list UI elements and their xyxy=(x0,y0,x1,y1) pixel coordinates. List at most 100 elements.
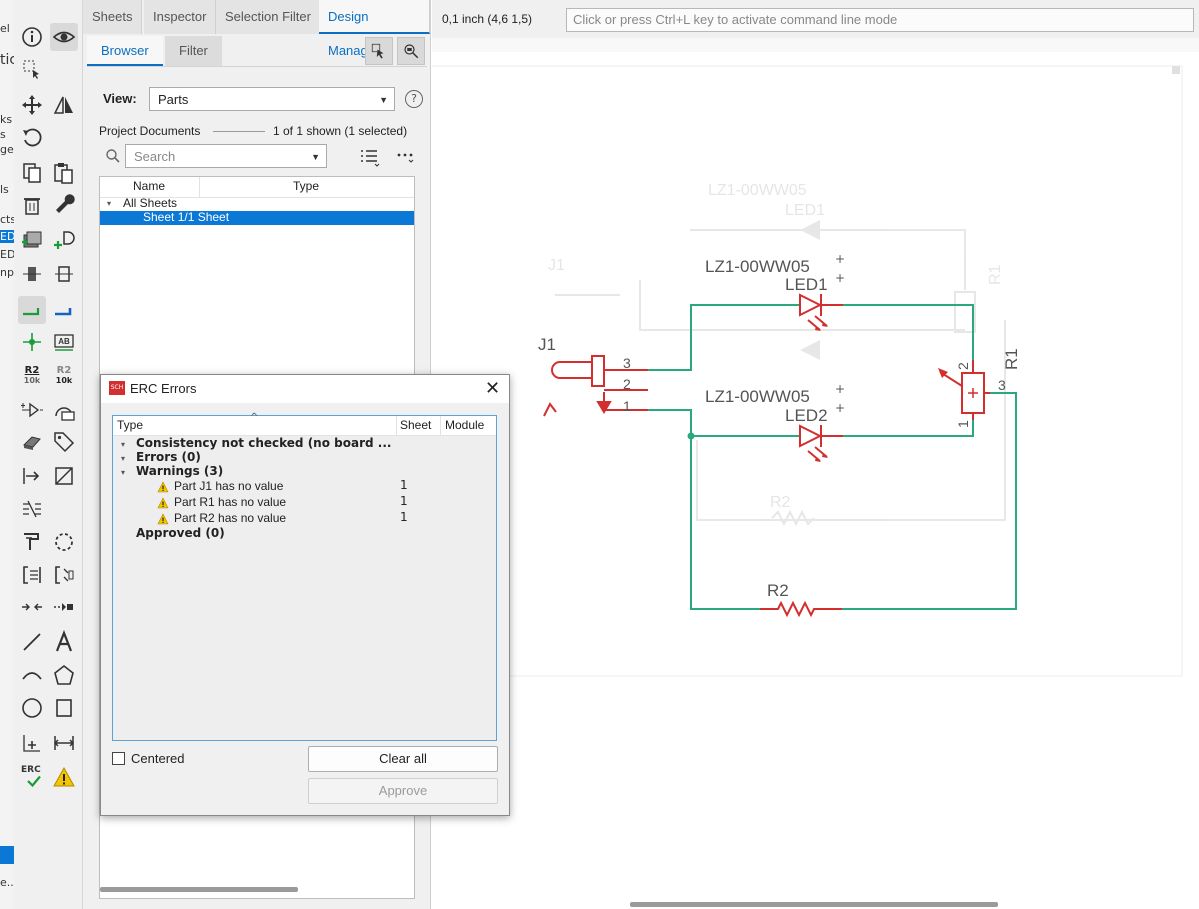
wrench-icon[interactable] xyxy=(50,191,78,219)
view-select[interactable]: Parts ▼ xyxy=(149,87,395,111)
left-strip-item[interactable]: tic xyxy=(0,52,14,68)
left-strip-item[interactable]: ge xyxy=(0,143,14,156)
move-icon[interactable] xyxy=(18,91,46,119)
centered-checkbox[interactable] xyxy=(112,752,125,765)
more-options-icon[interactable] xyxy=(395,147,415,163)
eye-icon[interactable] xyxy=(50,23,78,51)
horizontal-scrollbar[interactable] xyxy=(100,887,298,892)
subtab-filter[interactable]: Filter xyxy=(165,36,222,66)
left-strip-item[interactable]: ED xyxy=(0,248,14,261)
schematic-canvas[interactable]: LZ1-00WW05 LED1 J1 R1 R2 J1 3 2 1 LZ1-00… xyxy=(432,38,1199,909)
search-input[interactable]: Search ▼ xyxy=(125,144,327,168)
select-rect-icon[interactable] xyxy=(18,55,46,83)
add-gate-icon[interactable] xyxy=(50,226,78,254)
left-strip-item[interactable]: ks xyxy=(0,113,14,126)
wires[interactable] xyxy=(645,304,1017,610)
tab-inspector[interactable]: Inspector xyxy=(144,0,217,34)
tag-icon[interactable] xyxy=(50,428,78,456)
left-strip-item[interactable]: npl xyxy=(0,266,14,279)
gate-swap-icon[interactable] xyxy=(18,396,46,424)
value-icon[interactable]: R2 10k xyxy=(18,362,46,390)
line-icon[interactable] xyxy=(18,628,46,656)
arrow-icon[interactable] xyxy=(18,462,46,490)
tree-root[interactable]: All Sheets xyxy=(123,196,177,210)
mirror-icon[interactable] xyxy=(50,91,78,119)
text-icon[interactable] xyxy=(50,628,78,656)
bracket-left-icon[interactable] xyxy=(18,561,46,589)
col-sheet[interactable]: Sheet xyxy=(400,418,431,432)
delete-icon[interactable] xyxy=(18,191,46,219)
help-icon[interactable]: ? xyxy=(405,90,423,108)
dimension-icon[interactable] xyxy=(50,729,78,757)
zoom-select-button[interactable] xyxy=(397,37,425,65)
bracket-right-icon[interactable] xyxy=(50,561,78,589)
left-strip-item[interactable]: el - xyxy=(0,22,14,35)
expand-arrow-icon[interactable]: ▾ xyxy=(121,468,125,477)
expand-arrow-icon[interactable]: ▾ xyxy=(107,199,111,208)
pin-swap-icon[interactable] xyxy=(50,396,78,424)
expand-arrow-icon[interactable]: ▾ xyxy=(121,440,125,449)
left-strip-item[interactable]: s xyxy=(0,128,14,141)
tree-child[interactable]: Sheet 1/1 Sheet xyxy=(143,210,229,224)
select-tool-button[interactable] xyxy=(365,37,393,65)
info-icon[interactable] xyxy=(18,23,46,51)
ripup-icon[interactable] xyxy=(50,528,78,556)
tab-selection-filter[interactable]: Selection Filter xyxy=(216,0,321,34)
add-part-icon[interactable] xyxy=(18,226,46,254)
warning-icon[interactable] xyxy=(50,763,78,791)
col-type[interactable]: Type xyxy=(117,418,143,432)
col-module[interactable]: Module xyxy=(445,418,484,432)
probe-icon[interactable] xyxy=(18,528,46,556)
rotate-icon[interactable] xyxy=(18,124,46,152)
list-view-icon[interactable] xyxy=(359,147,381,167)
erc-list[interactable]: Type ^ Sheet Module ▾ Consistency not ch… xyxy=(112,412,497,741)
command-line-input[interactable]: Click or press Ctrl+L key to activate co… xyxy=(566,8,1194,32)
frame-icon[interactable] xyxy=(50,462,78,490)
left-strip-item[interactable]: e... xyxy=(0,876,14,889)
left-strip-item[interactable]: ls xyxy=(0,183,14,196)
polygon-icon[interactable] xyxy=(50,661,78,689)
tab-sheets[interactable]: Sheets xyxy=(83,0,143,34)
approve-button[interactable]: Approve xyxy=(308,778,498,804)
erc-row-consistency[interactable]: Consistency not checked (no board ... xyxy=(136,436,391,450)
net-swap-icon[interactable] xyxy=(18,593,46,621)
junction-dot[interactable] xyxy=(687,432,695,440)
bus-icon[interactable] xyxy=(50,296,78,324)
schematic-svg[interactable]: LZ1-00WW05 LED1 J1 R1 R2 J1 3 2 1 LZ1-00… xyxy=(432,38,1199,909)
rect-icon[interactable] xyxy=(50,694,78,722)
part-r2[interactable] xyxy=(760,600,842,618)
close-icon[interactable]: ✕ xyxy=(485,378,500,399)
subtab-browser[interactable]: Browser xyxy=(87,36,163,66)
circle-icon[interactable] xyxy=(18,694,46,722)
erc-row-errors[interactable]: Errors (0) xyxy=(136,450,201,464)
part-led1[interactable] xyxy=(799,293,843,331)
clear-all-button[interactable]: Clear all xyxy=(308,746,498,772)
label-icon[interactable]: AB xyxy=(50,328,78,356)
attribute-icon[interactable] xyxy=(18,428,46,456)
paste-icon[interactable] xyxy=(50,159,78,187)
warning-row[interactable]: Part R2 has no value xyxy=(174,511,286,525)
warning-row[interactable]: Part J1 has no value xyxy=(174,479,283,493)
arc-icon[interactable] xyxy=(18,661,46,689)
mark-icon[interactable] xyxy=(18,729,46,757)
col-type[interactable]: Type xyxy=(293,179,319,193)
part-led2[interactable] xyxy=(799,424,843,462)
erc-icon[interactable]: ERC xyxy=(18,763,46,791)
part-j1[interactable] xyxy=(543,355,648,417)
expand-arrow-icon[interactable]: ▾ xyxy=(121,454,125,463)
col-name[interactable]: Name xyxy=(133,179,165,193)
canvas-horizontal-scrollbar[interactable] xyxy=(630,902,998,907)
ratsnest-icon[interactable] xyxy=(18,495,46,523)
left-strip-item-selected[interactable]: ED xyxy=(0,230,14,243)
erc-row-approved[interactable]: Approved (0) xyxy=(136,526,225,540)
warning-row[interactable]: Part R1 has no value xyxy=(174,495,286,509)
erc-row-warnings[interactable]: Warnings (3) xyxy=(136,464,223,478)
smash-icon[interactable]: R2 10k xyxy=(50,362,78,390)
split-icon[interactable] xyxy=(50,260,78,288)
tab-design-manager[interactable]: Design Manager xyxy=(319,0,430,58)
junction-icon[interactable] xyxy=(18,328,46,356)
left-strip-item[interactable]: cts xyxy=(0,213,14,226)
copy-icon[interactable] xyxy=(18,159,46,187)
replace-icon[interactable] xyxy=(18,260,46,288)
connect-icon[interactable] xyxy=(50,593,78,621)
